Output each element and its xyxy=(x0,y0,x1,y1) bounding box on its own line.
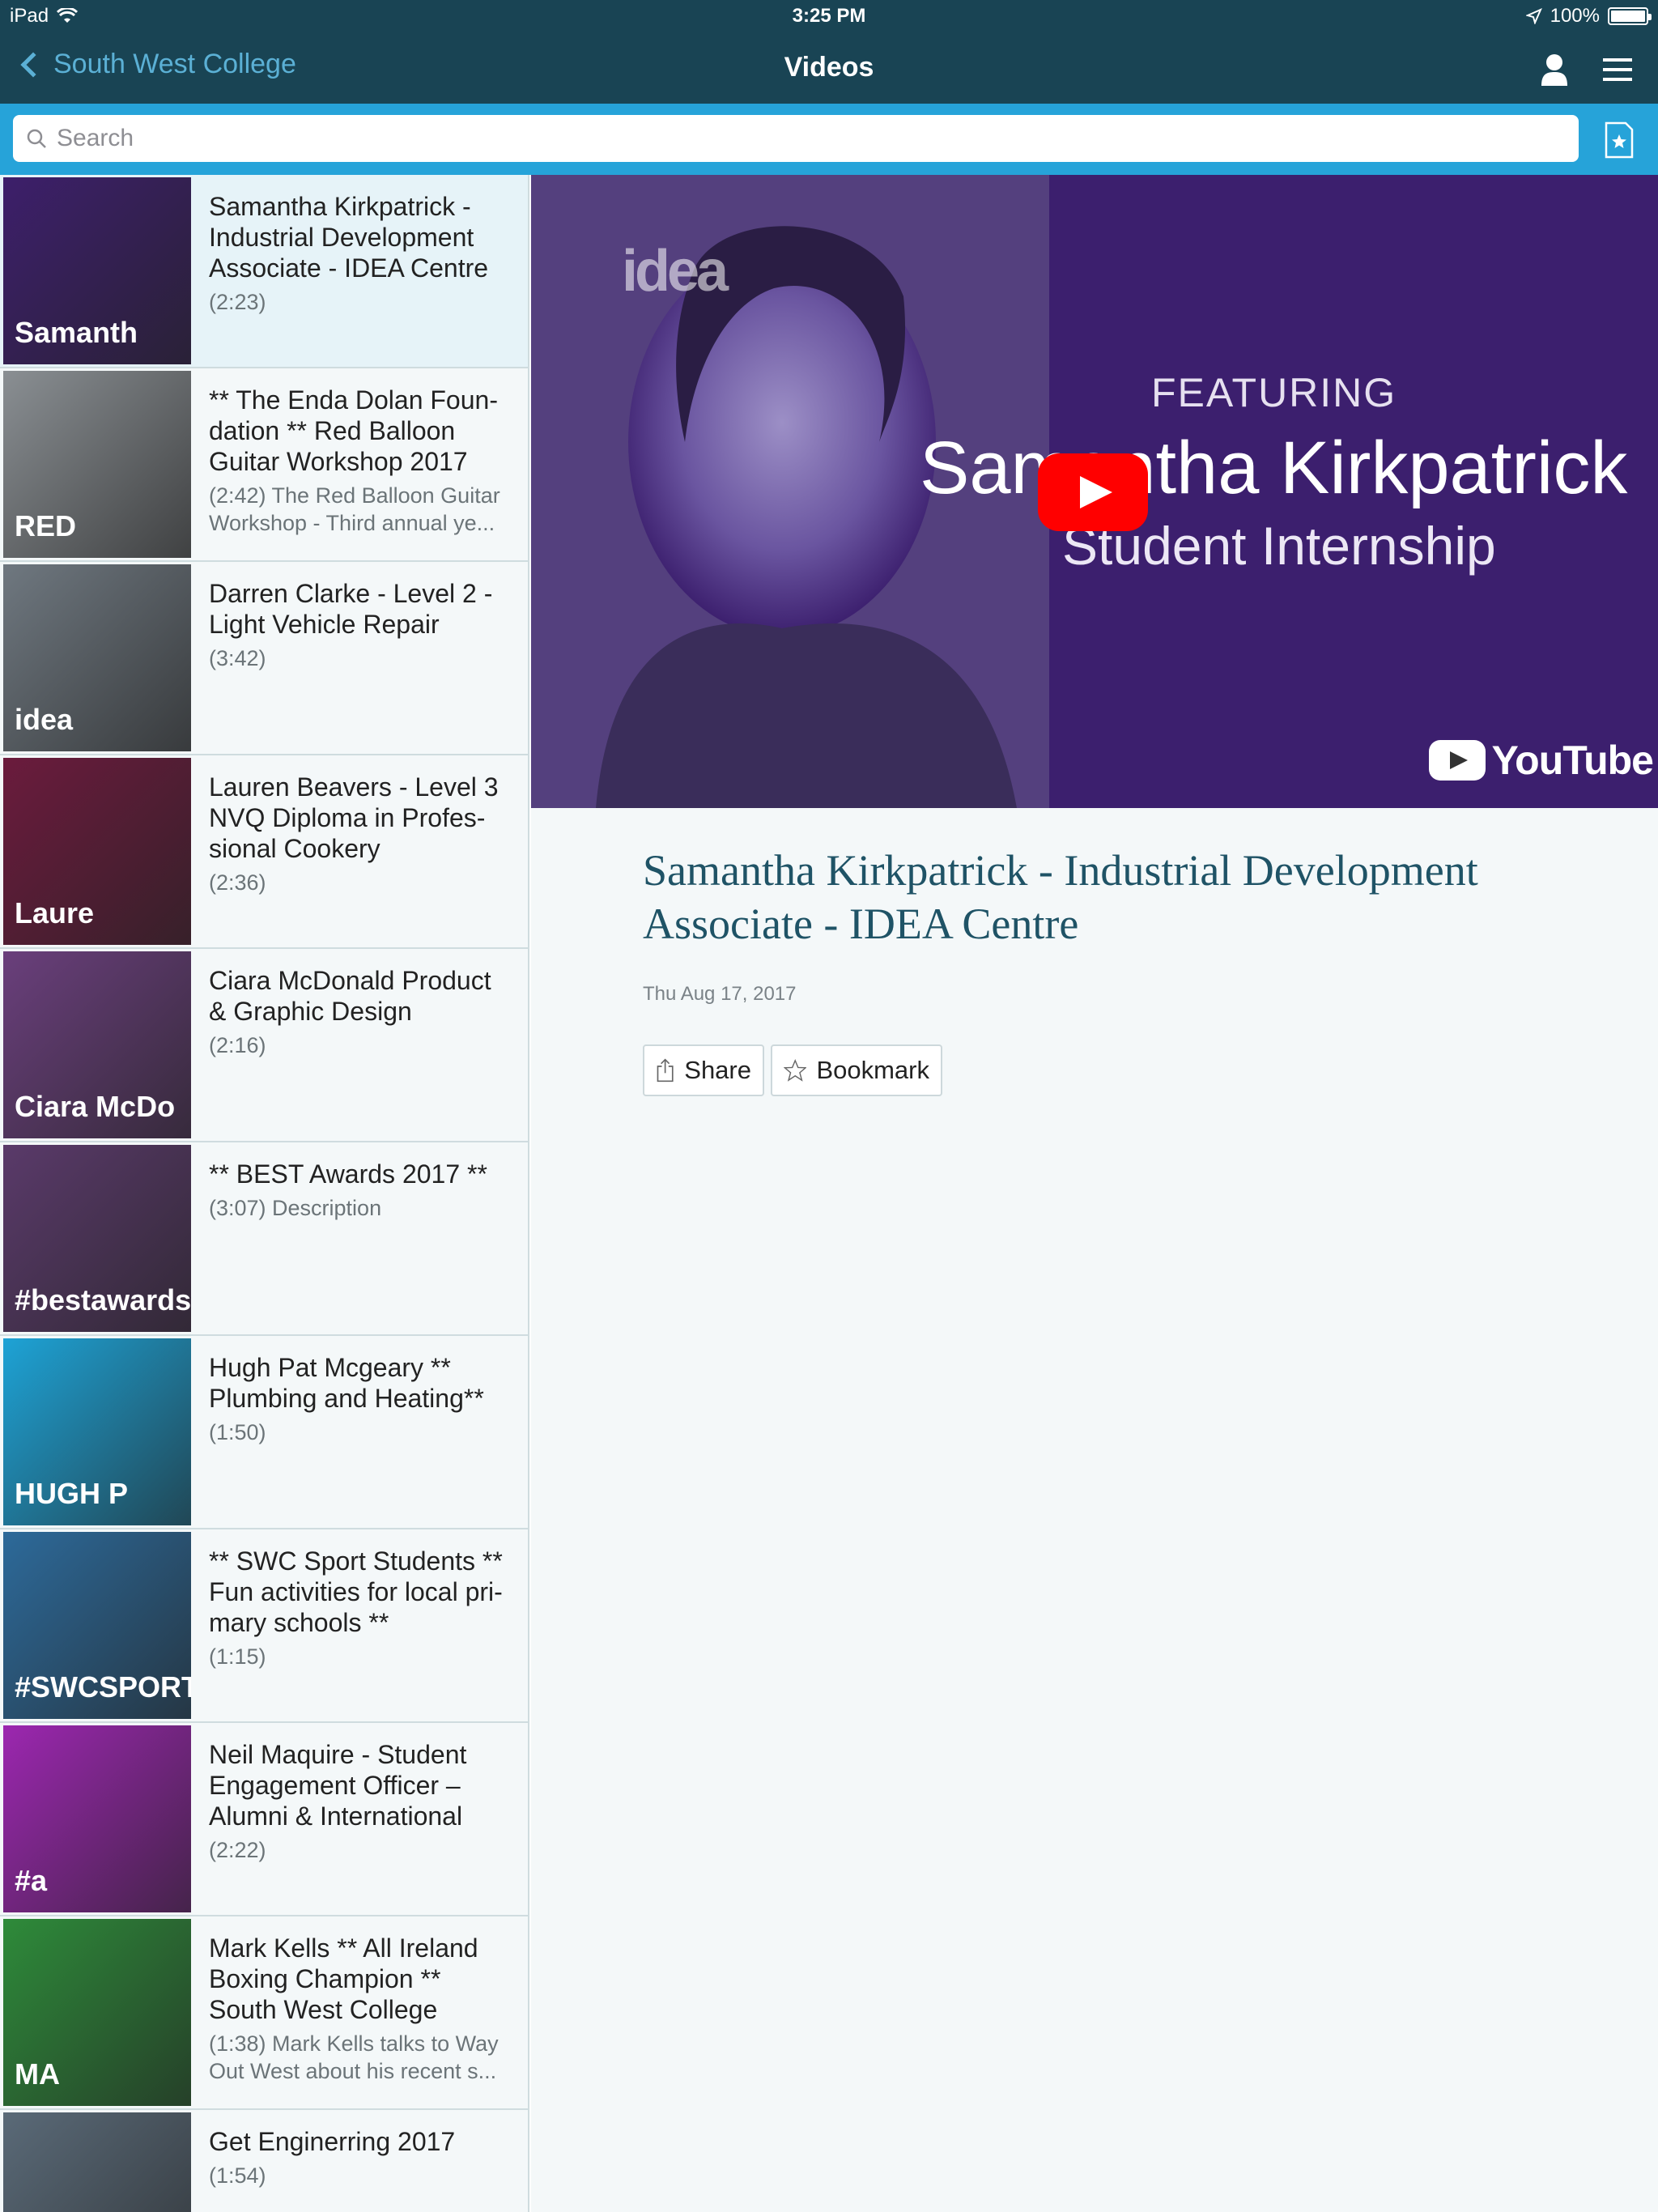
video-list-item-title: Lauren Beavers - Level 3 NVQ Diploma in … xyxy=(209,772,499,863)
video-list-item-meta: (1:54) xyxy=(209,2163,266,2188)
video-list-item-meta: (2:22) xyxy=(209,1838,266,1862)
bookmark-button[interactable]: Bookmark xyxy=(771,1044,942,1096)
location-arrow-icon xyxy=(1525,8,1542,24)
video-list-item[interactable]: #a Neil Maquire - Student Engagement Offi… xyxy=(0,1723,528,1916)
thumbnail-text: Ciara McDo xyxy=(15,1090,176,1123)
video-list-item-meta: (2:42) The Red Balloon Guitar Workshop -… xyxy=(209,483,500,535)
battery-icon xyxy=(1608,7,1652,25)
search-bar xyxy=(0,104,1658,175)
bookmark-label: Bookmark xyxy=(816,1056,929,1084)
video-list-item[interactable]: Ciara McDo Ciara McDonald Product & Graph… xyxy=(0,949,528,1142)
youtube-logo[interactable]: YouTube xyxy=(1428,737,1654,784)
star-icon xyxy=(784,1059,807,1082)
thumbnail-text: #SWCSPORT xyxy=(15,1670,191,1704)
video-list-item-title: Get Enginerring 2017 xyxy=(209,2127,456,2156)
navigation-bar: South West College Videos xyxy=(0,34,1658,104)
video-list-item[interactable]: #SWCSPORT ** SWC Sport Students ** Fun ac… xyxy=(0,1529,528,1723)
player-featuring: FEATURING xyxy=(1151,370,1397,415)
video-list-item-meta: (2:36) xyxy=(209,870,266,895)
video-thumbnail: idea xyxy=(3,564,191,751)
youtube-icon xyxy=(1428,740,1486,781)
search-icon xyxy=(27,129,46,148)
video-thumbnail: #GETE xyxy=(3,2112,191,2212)
video-list-item-title: Samantha Kirkpatrick - Industrial Develo… xyxy=(209,192,489,283)
video-list-item-meta: (1:38) Mark Kells talks to Way Out West … xyxy=(209,2031,499,2083)
video-title: Samantha Kirkpatrick - Industrial Develo… xyxy=(643,846,1478,948)
video-thumbnail: Ciara McDo xyxy=(3,951,191,1138)
video-thumbnail: MA xyxy=(3,1919,191,2106)
video-list-item-meta: (2:23) xyxy=(209,290,266,314)
share-button[interactable]: Share xyxy=(643,1044,764,1096)
video-list-item[interactable]: idea Darren Clarke - Level 2 - Light Vehi… xyxy=(0,562,528,755)
share-icon xyxy=(657,1058,674,1083)
back-button[interactable]: South West College xyxy=(16,49,296,80)
video-list-item-meta: (3:42) xyxy=(209,646,266,670)
status-bar: iPad 3:25 PM 100% xyxy=(0,0,1658,34)
video-list-item[interactable]: #bestawards ** BEST Awards 2017 ** (3:07) … xyxy=(0,1142,528,1336)
video-detail: idea FEATURING Samantha Kirkpatrick Stud… xyxy=(531,175,1658,2212)
thumbnail-text: #bestawards xyxy=(15,1283,191,1317)
video-list-item-title: Mark Kells ** All Ireland Boxing Champio… xyxy=(209,1933,478,2024)
search-input[interactable] xyxy=(57,125,1514,152)
video-thumbnail: RED xyxy=(3,371,191,558)
video-list[interactable]: Samanth Samantha Kirkpatrick - Industrial… xyxy=(0,175,529,2212)
user-icon[interactable] xyxy=(1535,50,1574,89)
video-list-item-meta: (1:15) xyxy=(209,1644,266,1669)
thumbnail-text: RED xyxy=(15,509,77,542)
share-label: Share xyxy=(684,1056,751,1084)
thumbnail-text: MA xyxy=(15,2057,60,2091)
video-list-item[interactable]: HUGH P Hugh Pat Mcgeary ** Plumbing and H… xyxy=(0,1336,528,1529)
video-thumbnail: #a xyxy=(3,1725,191,1912)
thumbnail-text: #a xyxy=(15,1864,48,1897)
video-list-item-meta: (2:16) xyxy=(209,1033,266,1057)
video-list-item-title: ** BEST Awards 2017 ** xyxy=(209,1159,487,1189)
video-list-item[interactable]: Samanth Samantha Kirkpatrick - Industrial… xyxy=(0,175,528,368)
chevron-left-icon xyxy=(20,51,46,78)
video-thumbnail: Laure xyxy=(3,758,191,945)
status-time: 3:25 PM xyxy=(792,5,866,27)
menu-icon[interactable] xyxy=(1598,50,1637,89)
bookmarks-icon[interactable] xyxy=(1603,121,1635,159)
video-list-item-title: Neil Maquire - Student Engagement Office… xyxy=(209,1740,467,1831)
video-thumbnail: #SWCSPORT xyxy=(3,1532,191,1719)
video-list-item-title: Darren Clarke - Level 2 - Light Vehicle … xyxy=(209,579,493,639)
video-thumbnail: #bestawards xyxy=(3,1145,191,1332)
battery-percent: 100% xyxy=(1550,5,1600,27)
video-date: Thu Aug 17, 2017 xyxy=(643,983,797,1005)
video-list-item[interactable]: #GETE Get Enginerring 2017 (1:54) xyxy=(0,2110,528,2212)
video-list-item-meta: (1:50) xyxy=(209,1420,266,1444)
video-thumbnail: HUGH P xyxy=(3,1338,191,1525)
video-list-item-title: Hugh Pat Mcgeary ** Plumbing and Heating… xyxy=(209,1353,484,1413)
video-list-item-meta: (3:07) Description xyxy=(209,1196,382,1220)
thumbnail-text: HUGH P xyxy=(15,1477,129,1510)
video-list-item[interactable]: Laure Lauren Beavers - Level 3 NVQ Diplom… xyxy=(0,755,528,949)
video-player[interactable]: idea FEATURING Samantha Kirkpatrick Stud… xyxy=(531,175,1658,808)
player-name: Samantha Kirkpatrick xyxy=(920,427,1628,509)
video-list-item-title: ** The Enda Dolan Foun­dation ** Red Bal… xyxy=(209,385,498,476)
idea-logo: idea xyxy=(622,239,729,304)
back-button-label: South West College xyxy=(53,49,296,79)
video-list-item[interactable]: MA Mark Kells ** All Ireland Boxing Champ… xyxy=(0,1916,528,2110)
youtube-label: YouTube xyxy=(1491,738,1654,783)
play-button[interactable] xyxy=(1038,453,1148,531)
thumbnail-text: idea xyxy=(15,703,74,736)
search-field[interactable] xyxy=(13,115,1579,162)
thumbnail-text: Laure xyxy=(15,896,95,929)
video-list-item-title: Ciara McDonald Product & Graphic Design xyxy=(209,966,491,1026)
video-list-item-title: ** SWC Sport Students ** Fun activities … xyxy=(209,1546,503,1637)
thumbnail-text: Samanth xyxy=(15,316,138,349)
video-thumbnail: Samanth xyxy=(3,177,191,364)
video-list-item[interactable]: RED ** The Enda Dolan Foun­dation ** Red … xyxy=(0,368,528,562)
